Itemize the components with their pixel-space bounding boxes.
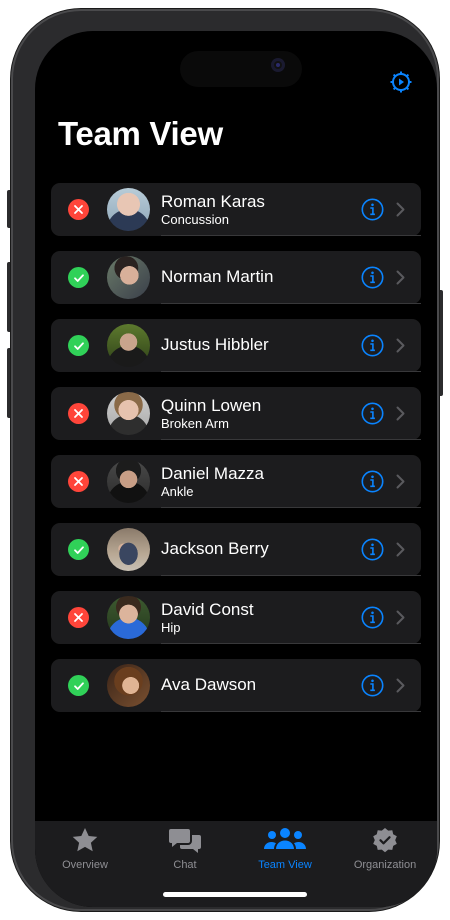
screen: Team View Roman Karas Concussion Norman … [35,31,437,907]
injured-status-icon [68,403,89,424]
info-icon[interactable] [361,334,384,357]
player-name: Roman Karas [161,192,265,211]
settings-gear-icon[interactable] [388,69,414,95]
avatar [107,324,150,367]
front-camera [271,58,285,72]
roster-row[interactable]: Roman Karas Concussion [51,183,421,236]
chevron-right-icon [396,270,405,285]
tab-overview[interactable]: Overview [35,821,135,877]
player-name: Jackson Berry [161,539,269,558]
chevron-right-icon [396,474,405,489]
chevron-right-icon [396,338,405,353]
row-divider [161,711,421,712]
info-icon[interactable] [361,470,384,493]
tab-label: Organization [353,859,417,871]
player-name: Daniel Mazza [161,464,264,483]
info-icon[interactable] [361,538,384,561]
home-indicator[interactable] [163,892,307,897]
tab-label: Chat [173,859,197,871]
row-divider [161,643,421,644]
injured-status-icon [68,199,89,220]
row-divider [161,507,421,508]
chat-bubbles-icon [169,829,201,853]
team-roster-list: Roman Karas Concussion Norman Martin Jus… [51,183,421,727]
injury-detail: Broken Arm [161,416,229,431]
avatar [107,392,150,435]
player-name: David Const [161,600,254,619]
avatar [107,188,150,231]
player-name: Quinn Lowen [161,396,262,415]
row-divider [161,371,421,372]
injury-detail: Ankle [161,484,194,499]
avatar [107,528,150,571]
star-icon [72,828,98,852]
tab-label: Team View [258,859,312,871]
roster-row[interactable]: Justus Hibbler [51,319,421,372]
chevron-right-icon [396,406,405,421]
avatar [107,664,150,707]
injury-detail: Concussion [161,212,229,227]
tab-organization[interactable]: Organization [335,821,435,877]
info-icon[interactable] [361,198,384,221]
available-status-icon [68,267,89,288]
injured-status-icon [68,607,89,628]
chevron-right-icon [396,610,405,625]
row-divider [161,439,421,440]
available-status-icon [68,539,89,560]
player-name: Ava Dawson [161,675,257,694]
tab-label: Overview [62,859,108,871]
roster-row[interactable]: Ava Dawson [51,659,421,712]
info-icon[interactable] [361,674,384,697]
tab-chat[interactable]: Chat [135,821,235,877]
row-divider [161,235,421,236]
avatar [107,596,150,639]
row-divider [161,303,421,304]
roster-row[interactable]: Jackson Berry [51,523,421,576]
chevron-right-icon [396,678,405,693]
roster-row[interactable]: Daniel Mazza Ankle [51,455,421,508]
chevron-right-icon [396,542,405,557]
avatar [107,256,150,299]
player-name: Norman Martin [161,267,274,286]
row-divider [161,575,421,576]
player-name: Justus Hibbler [161,335,269,354]
tab-team-view[interactable]: Team View [235,821,335,877]
roster-row[interactable]: David Const Hip [51,591,421,644]
people-icon [264,828,306,849]
injury-detail: Hip [161,620,181,635]
injured-status-icon [68,471,89,492]
verified-badge-icon [373,828,397,853]
info-icon[interactable] [361,402,384,425]
avatar [107,460,150,503]
available-status-icon [68,675,89,696]
available-status-icon [68,335,89,356]
page-title: Team View [58,115,223,152]
info-icon[interactable] [361,606,384,629]
phone-frame: Team View Roman Karas Concussion Norman … [11,9,439,911]
info-icon[interactable] [361,266,384,289]
chevron-right-icon [396,202,405,217]
roster-row[interactable]: Quinn Lowen Broken Arm [51,387,421,440]
roster-row[interactable]: Norman Martin [51,251,421,304]
